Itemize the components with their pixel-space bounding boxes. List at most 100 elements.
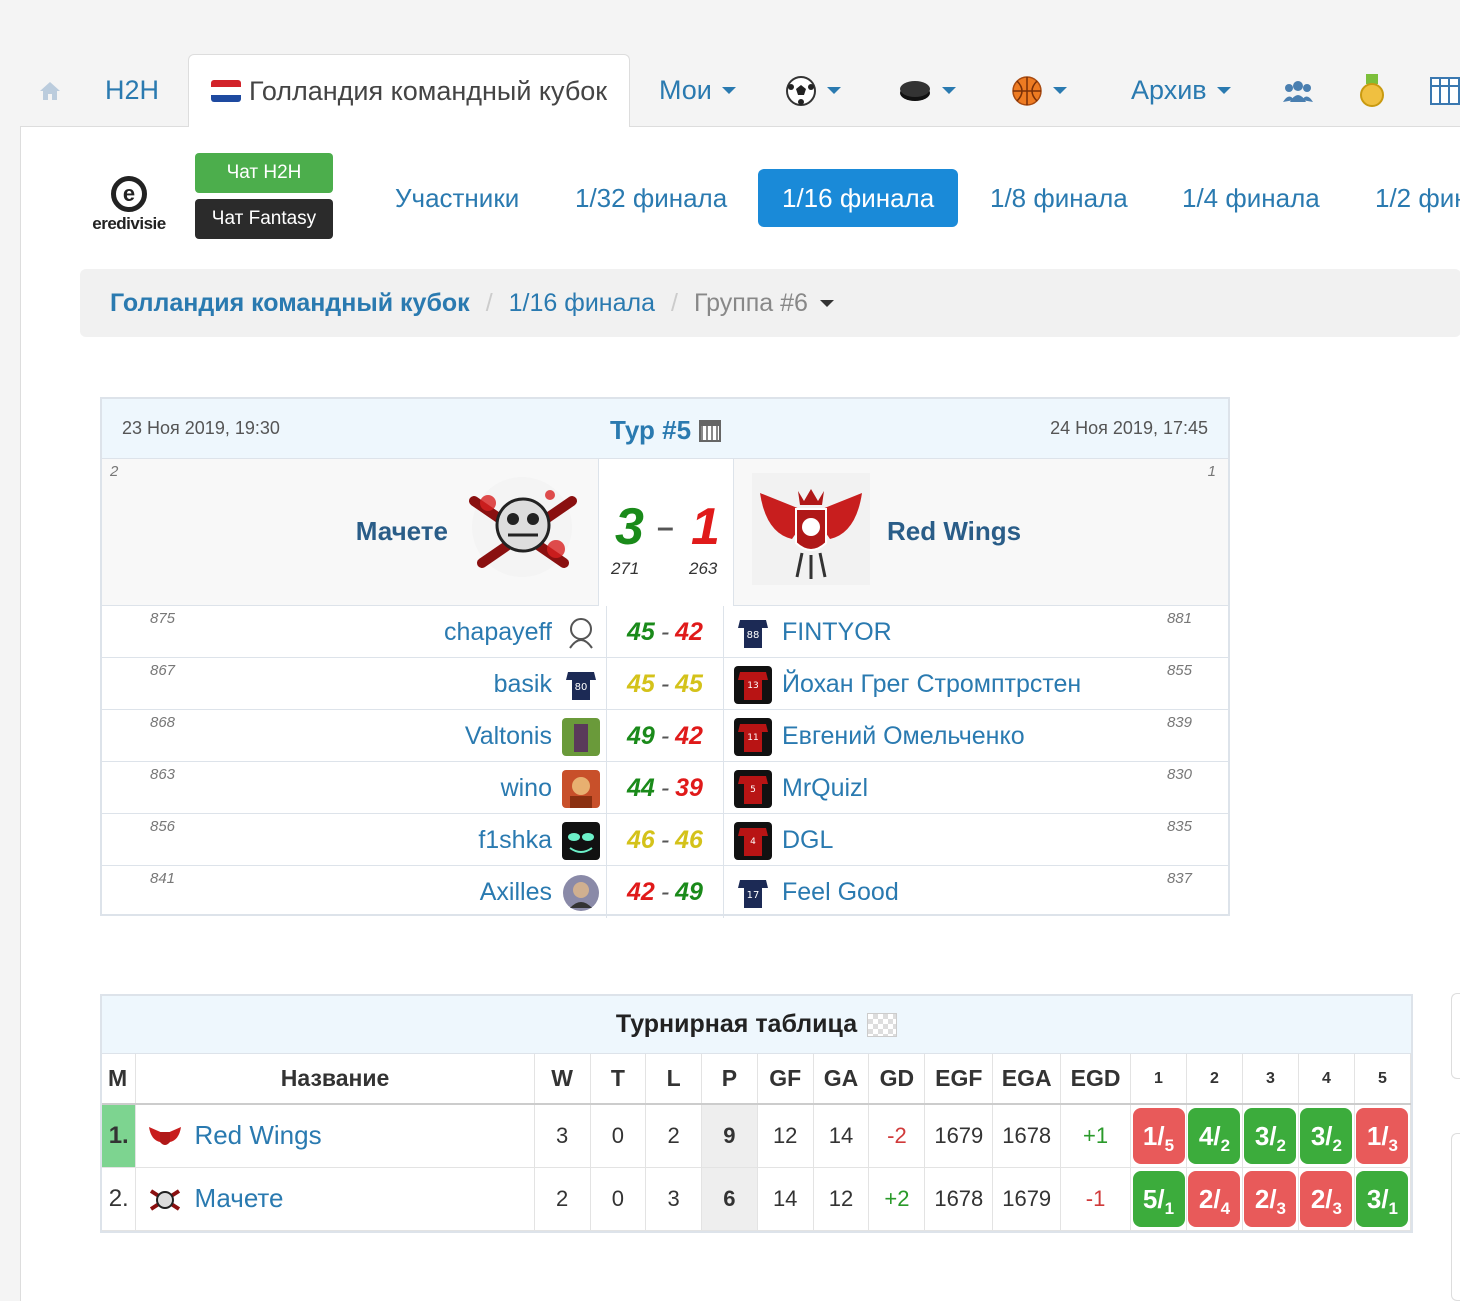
round-1-8[interactable]: 1/8 финала bbox=[966, 169, 1152, 227]
round-result[interactable]: 2/4 bbox=[1188, 1170, 1241, 1227]
round-result[interactable]: 3/2 bbox=[1300, 1107, 1353, 1164]
team-ga: 14 bbox=[813, 1104, 870, 1168]
players-list: 875 chapayeff 45-42 88 FINTYOR 881 867 b… bbox=[102, 606, 1228, 918]
tab-dutch-cup[interactable]: Голландия командный кубок bbox=[188, 54, 631, 128]
eredivisie-logo-mark: e bbox=[111, 176, 147, 212]
home-player-name[interactable]: chapayeff bbox=[444, 618, 552, 647]
tour-link[interactable]: Тур #5 bbox=[610, 415, 722, 446]
svg-text:80: 80 bbox=[575, 682, 588, 693]
team-w: 2 bbox=[534, 1167, 591, 1231]
machete-team-icon bbox=[150, 1189, 181, 1211]
team-name-cell: Red Wings bbox=[135, 1104, 535, 1168]
hockey-puck-icon bbox=[900, 80, 930, 101]
round-result[interactable]: 1/3 bbox=[1356, 1107, 1409, 1164]
tab-archive[interactable]: Архив bbox=[1131, 54, 1231, 127]
round-result[interactable]: 4/2 bbox=[1188, 1107, 1241, 1164]
round-1-16[interactable]: 1/16 финала bbox=[758, 169, 959, 227]
round-result[interactable]: 5/1 bbox=[1132, 1170, 1185, 1227]
standings-title: Турнирная таблица bbox=[615, 1010, 858, 1038]
round-result-cell: 1/5 bbox=[1130, 1104, 1187, 1168]
breadcrumb-group[interactable]: Группа #6 bbox=[694, 289, 808, 318]
team-points: 9 bbox=[701, 1104, 758, 1168]
round-1-4[interactable]: 1/4 финала bbox=[1158, 169, 1344, 227]
match-score: 3 – 1 271 263 bbox=[598, 459, 734, 606]
away-player-avatar: 88 bbox=[734, 614, 772, 652]
col-header-gf: GF bbox=[757, 1054, 814, 1105]
chevron-down-icon[interactable] bbox=[819, 299, 834, 307]
match-start-date: 23 Ноя 2019, 19:30 bbox=[122, 418, 280, 438]
main-panel: e eredivisie Чат H2H Чат Fantasy Участни… bbox=[20, 127, 1460, 1301]
breadcrumb-root[interactable]: Голландия командный кубок bbox=[110, 289, 470, 318]
col-header-t: T bbox=[590, 1054, 647, 1105]
away-player-name[interactable]: MrQuizl bbox=[782, 774, 868, 803]
col-header-round-4: 4 bbox=[1298, 1054, 1355, 1105]
result-home: 3 bbox=[1254, 1120, 1270, 1151]
chevron-down-icon bbox=[1053, 87, 1067, 94]
checkered-flag-icon bbox=[867, 1012, 898, 1037]
home-player-name[interactable]: Axilles bbox=[480, 878, 552, 907]
away-player-name[interactable]: FINTYOR bbox=[782, 618, 892, 647]
away-player-name[interactable]: Евгений Омельченко bbox=[782, 722, 1025, 751]
col-header-round-3: 3 bbox=[1242, 1054, 1299, 1105]
round-1-2[interactable]: 1/2 фин bbox=[1351, 169, 1460, 227]
tab-moi[interactable]: Мои bbox=[659, 54, 736, 127]
round-result[interactable]: 1/5 bbox=[1132, 1107, 1185, 1164]
team-t: 0 bbox=[590, 1104, 647, 1168]
eredivisie-logo: e eredivisie bbox=[79, 165, 179, 245]
col-header-l: L bbox=[645, 1054, 702, 1105]
away-team-name[interactable]: Red Wings bbox=[887, 516, 1021, 547]
basketball-icon bbox=[1012, 75, 1042, 106]
match-end-date: 24 Ноя 2019, 17:45 bbox=[1050, 418, 1208, 438]
result-away: 3 bbox=[1388, 1135, 1399, 1155]
chat-fantasy-button[interactable]: Чат Fantasy bbox=[195, 199, 333, 239]
svg-text:13: 13 bbox=[747, 681, 758, 691]
match-header: 23 Ноя 2019, 19:30 Тур #5 24 Ноя 2019, 1… bbox=[102, 399, 1228, 459]
home-player-score: 49 bbox=[627, 721, 655, 750]
team-link[interactable]: Red Wings bbox=[194, 1120, 321, 1150]
team-gf: 14 bbox=[757, 1167, 814, 1231]
tab-h2h[interactable]: H2H bbox=[105, 54, 159, 127]
round-participants[interactable]: Участники bbox=[371, 169, 543, 227]
away-player-name[interactable]: DGL bbox=[782, 826, 833, 855]
standings-table: M Название W T L P GF GA GD EGF EGA EGD … bbox=[102, 1054, 1412, 1231]
table-icon[interactable] bbox=[1430, 54, 1460, 127]
away-player-name[interactable]: Йохан Грег Стромптрстен bbox=[782, 670, 1081, 699]
away-player-rating: 837 bbox=[1166, 870, 1192, 887]
team-link[interactable]: Мачете bbox=[194, 1183, 283, 1213]
home-player-avatar bbox=[562, 614, 600, 652]
away-player-rating: 881 bbox=[1166, 610, 1192, 627]
home-player-name[interactable]: Valtonis bbox=[465, 722, 552, 751]
round-result[interactable]: 3/1 bbox=[1356, 1170, 1409, 1227]
tab-hockey[interactable] bbox=[898, 54, 956, 127]
red-wings-team-logo[interactable] bbox=[752, 473, 870, 585]
svg-text:88: 88 bbox=[747, 630, 760, 641]
result-away: 4 bbox=[1220, 1198, 1231, 1218]
round-result[interactable]: 2/3 bbox=[1300, 1170, 1353, 1227]
chat-h2h-button[interactable]: Чат H2H bbox=[195, 153, 333, 193]
home-player-name[interactable]: basik bbox=[494, 670, 552, 699]
round-result-cell: 2/3 bbox=[1242, 1167, 1299, 1231]
home-player-name[interactable]: f1shka bbox=[478, 826, 552, 855]
machete-team-logo[interactable] bbox=[464, 473, 582, 585]
round-result[interactable]: 3/2 bbox=[1244, 1107, 1297, 1164]
round-1-32[interactable]: 1/32 финала bbox=[551, 169, 751, 227]
away-player-score: 39 bbox=[675, 773, 703, 802]
result-away: 2 bbox=[1332, 1135, 1342, 1155]
round-result[interactable]: 2/3 bbox=[1244, 1170, 1297, 1227]
home-icon[interactable] bbox=[38, 54, 62, 127]
home-team-name[interactable]: Мачете bbox=[356, 516, 448, 547]
breadcrumb-separator: / bbox=[670, 288, 678, 317]
away-player-name[interactable]: Feel Good bbox=[782, 878, 899, 907]
breadcrumb-stage[interactable]: 1/16 финала bbox=[509, 289, 655, 318]
team-position: 1. bbox=[102, 1104, 137, 1168]
breadcrumb: Голландия командный кубок / 1/16 финала … bbox=[80, 269, 1460, 337]
users-icon[interactable] bbox=[1282, 54, 1314, 127]
red-wings-team-icon bbox=[149, 1127, 182, 1146]
medal-icon[interactable] bbox=[1358, 54, 1386, 127]
col-header-ega: EGA bbox=[992, 1054, 1062, 1105]
home-player-name[interactable]: wino bbox=[501, 774, 552, 803]
team-gd: -2 bbox=[868, 1104, 926, 1168]
tab-football[interactable] bbox=[785, 54, 841, 127]
tab-basketball[interactable] bbox=[1011, 54, 1067, 127]
round-result-cell: 4/2 bbox=[1186, 1104, 1243, 1168]
